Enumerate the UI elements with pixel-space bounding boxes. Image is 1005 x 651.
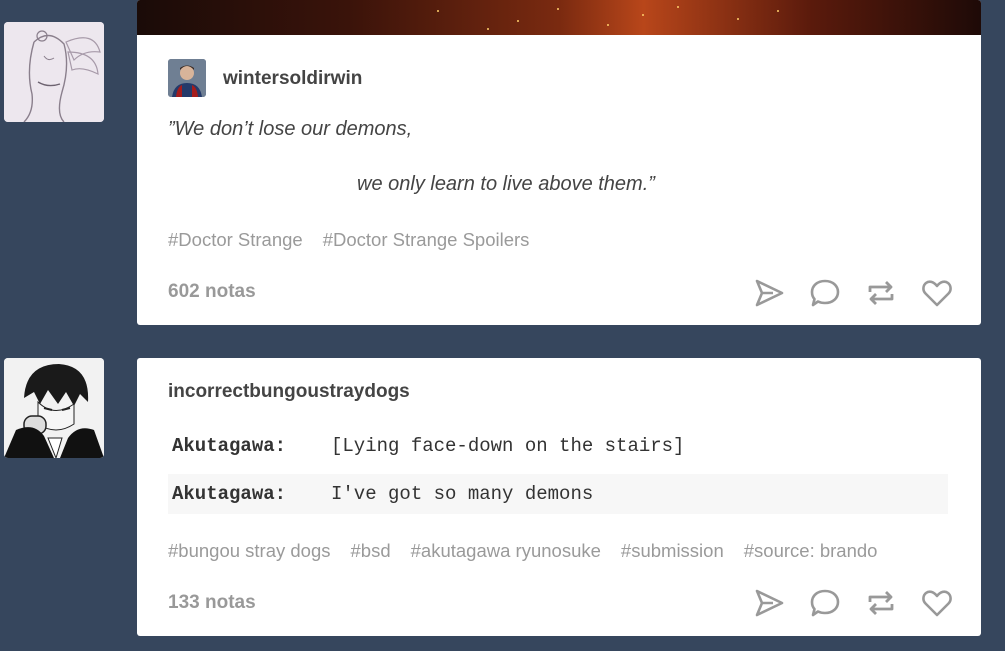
blog-avatar-2[interactable] (4, 358, 104, 458)
chat-speaker: Akutagawa: (172, 435, 287, 457)
chat-speaker: Akutagawa: (172, 483, 287, 505)
comment-icon[interactable] (809, 587, 841, 619)
chat-line: Akutagawa: I've got so many demons (168, 474, 948, 514)
post-tags: #Doctor Strange #Doctor Strange Spoilers (168, 229, 549, 251)
post-author-name[interactable]: incorrectbungoustraydogs (168, 381, 410, 403)
send-icon[interactable] (753, 277, 785, 309)
heart-icon[interactable] (921, 587, 953, 619)
anime-character-avatar-icon (4, 358, 104, 458)
post-card-2: incorrectbungoustraydogs Akutagawa: [Lyin… (137, 358, 981, 636)
send-icon[interactable] (753, 587, 785, 619)
notes-count[interactable]: 602 notas (168, 281, 256, 303)
post-actions (753, 277, 953, 309)
tag[interactable]: #submission (621, 540, 724, 561)
post-actions (753, 587, 953, 619)
quote-line-2: we only learn to live above them.” (357, 173, 655, 195)
tag[interactable]: #Doctor Strange (168, 229, 303, 250)
post-tags: #bungou stray dogs #bsd #akutagawa ryunosu… (168, 540, 958, 570)
chat-text: I've got so many demons (331, 483, 594, 505)
anime-girl-sketch-icon (4, 22, 104, 122)
blog-avatar-1[interactable] (4, 22, 104, 122)
reblog-icon[interactable] (865, 587, 897, 619)
comment-icon[interactable] (809, 277, 841, 309)
reblog-icon[interactable] (865, 277, 897, 309)
chat-text: [Lying face-down on the stairs] (331, 435, 685, 457)
notes-count[interactable]: 133 notas (168, 592, 256, 614)
tag[interactable]: #Doctor Strange Spoilers (323, 229, 530, 250)
tags-fade (898, 540, 958, 570)
tag[interactable]: #source: brando (744, 540, 878, 561)
post-author-avatar[interactable] (168, 59, 206, 97)
chat-block: Akutagawa: [Lying face-down on the stairs… (168, 426, 948, 514)
post-header-image (137, 0, 981, 35)
post-author-name[interactable]: wintersoldirwin (223, 68, 362, 90)
person-avatar-icon (168, 59, 206, 97)
tag[interactable]: #bungou stray dogs (168, 540, 331, 561)
heart-icon[interactable] (921, 277, 953, 309)
tag[interactable]: #bsd (351, 540, 391, 561)
tag[interactable]: #akutagawa ryunosuke (411, 540, 601, 561)
quote-line-1: ”We don’t lose our demons, (168, 118, 413, 140)
post-card-1: wintersoldirwin ”We don’t lose our demon… (137, 0, 981, 325)
chat-line: Akutagawa: [Lying face-down on the stairs… (168, 426, 948, 466)
